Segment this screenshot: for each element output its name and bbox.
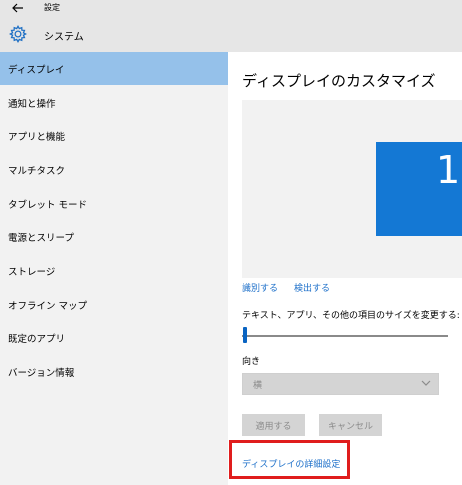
sidebar-item-about[interactable]: バージョン情報	[0, 355, 228, 388]
page-title: ディスプレイのカスタマイズ	[242, 72, 436, 90]
chevron-down-icon	[421, 380, 431, 386]
monitor-number: 1	[436, 148, 461, 192]
sidebar-item-label: バージョン情報	[8, 367, 75, 379]
sidebar-item-label: ストレージ	[8, 266, 56, 278]
sidebar-item-label: マルチタスク	[8, 165, 66, 177]
detect-link[interactable]: 検出する	[294, 281, 330, 294]
orientation-value: 横	[253, 381, 263, 391]
arrow-left-icon	[12, 3, 23, 13]
sidebar-item-label: 電源とスリープ	[8, 232, 74, 244]
cancel-button-label: キャンセル	[327, 421, 373, 432]
sidebar-item-label: オフライン マップ	[8, 300, 88, 312]
header: システム	[0, 18, 462, 52]
sidebar-item-label: 通知と操作	[8, 98, 56, 110]
sidebar-item-label: 既定のアプリ	[8, 333, 66, 345]
title-bar: 設定	[0, 0, 462, 18]
sidebar-item-storage[interactable]: ストレージ	[0, 254, 228, 287]
orientation-select[interactable]: 横	[242, 373, 439, 395]
display-preview: 1	[242, 100, 462, 278]
cancel-button[interactable]: キャンセル	[319, 414, 382, 436]
sidebar-item-label: ディスプレイ	[8, 64, 65, 76]
highlight-annotation	[229, 440, 350, 479]
sidebar-item-apps-features[interactable]: アプリと機能	[0, 119, 228, 152]
sidebar-item-multitasking[interactable]: マルチタスク	[0, 153, 228, 186]
apply-button-label: 適用する	[255, 421, 292, 432]
apply-button[interactable]: 適用する	[242, 414, 305, 436]
monitor-1[interactable]: 1	[376, 142, 462, 236]
app-title: 設定	[44, 3, 60, 12]
back-button[interactable]	[10, 0, 26, 16]
page-section-title: システム	[44, 32, 84, 43]
orientation-label: 向き	[242, 357, 261, 367]
sidebar-item-display[interactable]: ディスプレイ	[0, 52, 228, 85]
sidebar-item-tablet-mode[interactable]: タブレット モード	[0, 187, 228, 220]
sidebar-item-notifications[interactable]: 通知と操作	[0, 86, 228, 119]
main-content: ディスプレイのカスタマイズ 1 識別する 検出する テキスト、アプリ、その他の項…	[228, 52, 462, 485]
sidebar-item-label: タブレット モード	[8, 199, 88, 211]
scale-slider-track[interactable]	[242, 335, 448, 337]
scale-label: テキスト、アプリ、その他の項目のサイズを変更する: 10	[242, 311, 462, 321]
scale-slider-thumb[interactable]	[243, 327, 247, 343]
sidebar: ディスプレイ 通知と操作 アプリと機能 マルチタスク タブレット モード 電源と…	[0, 52, 228, 485]
identify-link[interactable]: 識別する	[242, 281, 278, 294]
sidebar-item-default-apps[interactable]: 既定のアプリ	[0, 321, 228, 354]
sidebar-item-offline-maps[interactable]: オフライン マップ	[0, 288, 228, 321]
sidebar-item-label: アプリと機能	[8, 131, 66, 143]
gear-icon	[9, 25, 27, 43]
sidebar-item-power-sleep[interactable]: 電源とスリープ	[0, 220, 228, 253]
